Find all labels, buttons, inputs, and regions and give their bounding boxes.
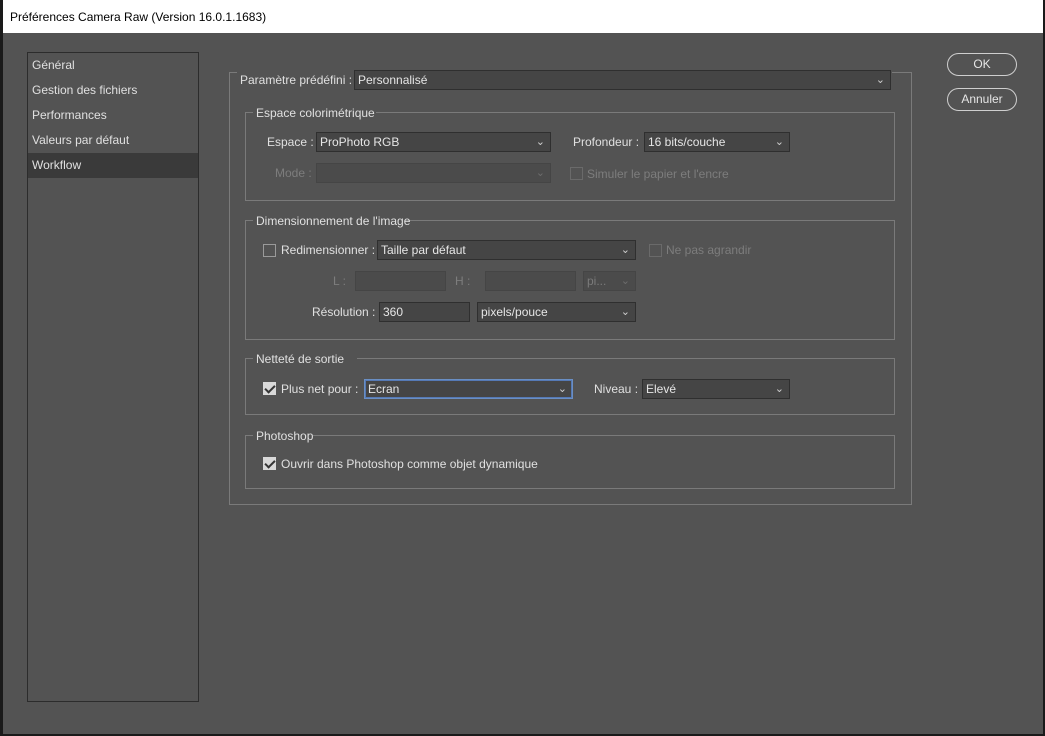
size-unit-value: pi...: [587, 274, 607, 288]
no-enlarge-label: Ne pas agrandir: [666, 243, 752, 257]
sidebar-item-defaults[interactable]: Valeurs par défaut: [28, 128, 198, 153]
width-input[interactable]: [355, 271, 446, 291]
mode-label: Mode :: [275, 166, 312, 180]
depth-label: Profondeur :: [573, 135, 640, 149]
smart-object-checkbox[interactable]: [263, 457, 276, 470]
color-space-group: [245, 112, 895, 201]
simulate-paper-label: Simuler le papier et l'encre: [587, 167, 729, 181]
group-border: [405, 220, 895, 221]
size-unit-select[interactable]: pi... ⌄: [583, 271, 636, 291]
level-label: Niveau :: [594, 382, 639, 396]
chevron-down-icon: ⌄: [557, 383, 567, 395]
sidebar-item-workflow[interactable]: Workflow: [28, 153, 198, 178]
image-sizing-legend: Dimensionnement de l'image: [256, 214, 411, 228]
group-border: [245, 435, 253, 436]
resolution-label: Résolution :: [312, 305, 376, 319]
chevron-down-icon: ⌄: [620, 275, 630, 287]
preset-select[interactable]: Personnalisé ⌄: [354, 70, 891, 90]
panel-border: [229, 72, 237, 73]
resolution-unit-value: pixels/pouce: [481, 305, 548, 319]
preferences-window: Préférences Camera Raw (Version 16.0.1.1…: [3, 0, 1043, 734]
chevron-down-icon: ⌄: [875, 74, 885, 86]
resolution-value: 360: [383, 305, 404, 319]
color-space-legend: Espace colorimétrique: [256, 106, 375, 120]
preset-label: Paramètre prédéfini :: [240, 73, 353, 87]
window-title: Préférences Camera Raw (Version 16.0.1.1…: [3, 0, 1043, 33]
depth-value: 16 bits/couche: [648, 135, 726, 149]
group-border: [376, 112, 895, 113]
level-select[interactable]: Elevé ⌄: [642, 379, 790, 399]
space-value: ProPhoto RGB: [320, 135, 400, 149]
sharpen-for-label: Plus net pour :: [281, 382, 359, 396]
group-border: [245, 358, 253, 359]
level-value: Elevé: [646, 382, 677, 396]
output-sharpening-legend: Netteté de sortie: [256, 352, 345, 366]
resize-value: Taille par défaut: [381, 243, 466, 257]
chevron-down-icon: ⌄: [535, 136, 545, 148]
photoshop-legend: Photoshop: [256, 429, 314, 443]
smart-object-label: Ouvrir dans Photoshop comme objet dynami…: [281, 457, 538, 471]
resize-label: Redimensionner :: [281, 243, 376, 257]
group-border: [357, 358, 895, 359]
chevron-down-icon: ⌄: [620, 244, 630, 256]
width-label: L :: [333, 274, 346, 288]
chevron-down-icon: ⌄: [620, 306, 630, 318]
sidebar-item-general[interactable]: Général: [28, 53, 198, 78]
group-border: [245, 220, 253, 221]
sidebar-item-performance[interactable]: Performances: [28, 103, 198, 128]
sharpen-for-value: Ecran: [368, 382, 400, 396]
cancel-button[interactable]: Annuler: [947, 88, 1017, 111]
sidebar-item-file-handling[interactable]: Gestion des fichiers: [28, 78, 198, 103]
ok-button[interactable]: OK: [947, 53, 1017, 76]
sidebar: Général Gestion des fichiers Performance…: [27, 52, 199, 702]
no-enlarge-checkbox[interactable]: [649, 244, 662, 257]
chevron-down-icon: ⌄: [774, 136, 784, 148]
depth-select[interactable]: 16 bits/couche ⌄: [644, 132, 790, 152]
space-label: Espace :: [267, 135, 314, 149]
preset-value: Personnalisé: [358, 73, 428, 87]
chevron-down-icon: ⌄: [774, 383, 784, 395]
chevron-down-icon: ⌄: [535, 167, 545, 179]
resolution-input[interactable]: 360: [379, 302, 470, 322]
resize-select[interactable]: Taille par défaut ⌄: [377, 240, 636, 260]
height-input[interactable]: [485, 271, 576, 291]
sharpen-for-select[interactable]: Ecran ⌄: [364, 379, 573, 399]
simulate-paper-checkbox[interactable]: [570, 167, 583, 180]
resolution-unit-select[interactable]: pixels/pouce ⌄: [477, 302, 636, 322]
space-select[interactable]: ProPhoto RGB ⌄: [316, 132, 551, 152]
panel-border: [892, 72, 912, 73]
sharpen-checkbox[interactable]: [263, 382, 276, 395]
mode-select[interactable]: ⌄: [316, 163, 551, 183]
height-label: H :: [455, 274, 471, 288]
group-border: [245, 112, 253, 113]
resize-checkbox[interactable]: [263, 244, 276, 257]
group-border: [313, 435, 895, 436]
